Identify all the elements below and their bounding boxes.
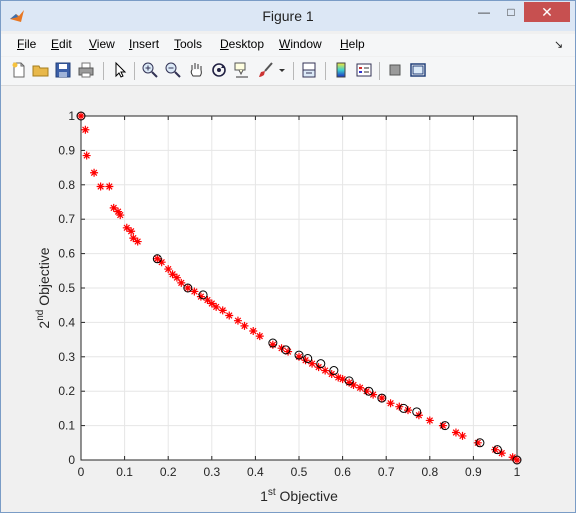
maximize-button[interactable]: □ xyxy=(498,2,524,22)
y-tick-label: 0.9 xyxy=(58,143,75,157)
x-tick-label: 0.8 xyxy=(421,465,438,479)
data-cursor-icon[interactable] xyxy=(233,61,251,79)
menu-edit[interactable]: Edit xyxy=(51,37,72,51)
x-tick-label: 0.1 xyxy=(116,465,133,479)
toolbar-separator xyxy=(379,62,380,80)
x-tick-label: 0.2 xyxy=(160,465,177,479)
zoom-out-icon[interactable] xyxy=(164,61,182,79)
y-axis-label: 2nd Objective xyxy=(35,247,52,328)
toolbar-separator xyxy=(134,62,135,80)
brush-icon[interactable] xyxy=(257,61,275,79)
menu-help[interactable]: Help xyxy=(340,37,365,51)
asterisk-point xyxy=(207,299,216,308)
toolbar-separator xyxy=(325,62,326,80)
title-bar[interactable]: Figure 1 — □ ✕ xyxy=(1,1,575,31)
asterisk-point xyxy=(458,431,467,440)
x-tick-label: 1 xyxy=(514,465,521,479)
insert-legend-icon[interactable] xyxy=(355,61,373,79)
x-axis-label: 1st Objective xyxy=(260,487,338,504)
x-tick-label: 0.4 xyxy=(247,465,264,479)
asterisk-point xyxy=(218,306,227,315)
asterisk-point xyxy=(268,340,277,349)
minimize-button[interactable]: — xyxy=(471,2,497,22)
menu-file[interactable]: File xyxy=(17,37,36,51)
x-tick-label: 0.6 xyxy=(334,465,351,479)
y-tick-label: 0.8 xyxy=(58,178,75,192)
scatter-plot[interactable]: 0 0.1 0.2 0.3 0.4 0.5 0.6 0.7 0.8 0.9 1 0 0.1 0.2 0.3 0… xyxy=(1,86,575,512)
asterisk-point xyxy=(386,399,395,408)
y-tick-label: 0.2 xyxy=(58,384,75,398)
asterisk-point xyxy=(425,416,434,425)
y-tick-label: 0 xyxy=(68,453,75,467)
edit-plot-arrow-icon[interactable] xyxy=(111,61,129,79)
x-tick-label: 0.7 xyxy=(378,465,395,479)
x-tick-label: 0.9 xyxy=(465,465,482,479)
toolbar-separator xyxy=(103,62,104,80)
asterisk-point xyxy=(168,270,177,279)
show-plot-tools-icon[interactable] xyxy=(409,61,427,79)
asterisk-point xyxy=(212,302,221,311)
x-tick-label: 0 xyxy=(78,465,85,479)
y-tick-label: 0.7 xyxy=(58,212,75,226)
y-tick-label: 0.4 xyxy=(58,315,75,329)
y-tick-label: 0.6 xyxy=(58,247,75,261)
asterisk-point xyxy=(451,428,460,437)
y-tick-label: 0.5 xyxy=(58,281,75,295)
print-icon[interactable] xyxy=(77,61,95,79)
x-tick-label: 0.5 xyxy=(291,465,308,479)
toolbar-separator xyxy=(293,62,294,80)
menu-insert[interactable]: Insert xyxy=(129,37,159,51)
asterisk-point xyxy=(308,359,317,368)
figure-toolbar xyxy=(1,57,575,86)
dock-figure-icon[interactable]: ↘ xyxy=(554,38,563,51)
asterisk-point xyxy=(356,383,365,392)
menu-desktop[interactable]: Desktop xyxy=(220,37,264,51)
menu-bar: File Edit View Insert Tools Desktop Wind… xyxy=(1,34,575,56)
save-icon[interactable] xyxy=(54,61,72,79)
rotate-3d-icon[interactable] xyxy=(210,61,228,79)
menu-view[interactable]: View xyxy=(89,37,115,51)
open-file-icon[interactable] xyxy=(32,61,50,79)
insert-colorbar-icon[interactable] xyxy=(332,61,350,79)
menu-window[interactable]: Window xyxy=(279,37,322,51)
asterisk-point xyxy=(249,327,258,335)
y-tick-label: 0.3 xyxy=(58,350,75,364)
link-plot-icon[interactable] xyxy=(300,61,318,79)
asterisk-point xyxy=(295,352,303,361)
brush-dropdown-icon[interactable] xyxy=(277,61,287,79)
figure-window: Figure 1 — □ ✕ File Edit View Insert Too… xyxy=(0,0,576,513)
close-button[interactable]: ✕ xyxy=(524,2,570,22)
menu-tools[interactable]: Tools xyxy=(174,37,202,51)
x-tick-label: 0.3 xyxy=(203,465,220,479)
new-figure-icon[interactable] xyxy=(10,61,28,79)
zoom-in-icon[interactable] xyxy=(141,61,159,79)
asterisk-point xyxy=(255,332,264,341)
pan-hand-icon[interactable] xyxy=(187,61,205,79)
asterisk-point xyxy=(240,321,249,330)
figure-canvas[interactable]: 0 0.1 0.2 0.3 0.4 0.5 0.6 0.7 0.8 0.9 1 0 0.1 0.2 0.3 0… xyxy=(1,86,575,512)
hide-plot-tools-icon[interactable] xyxy=(386,61,404,79)
y-tick-label: 0.1 xyxy=(58,419,75,433)
y-tick-label: 1 xyxy=(68,109,75,123)
asterisk-point xyxy=(284,347,293,356)
